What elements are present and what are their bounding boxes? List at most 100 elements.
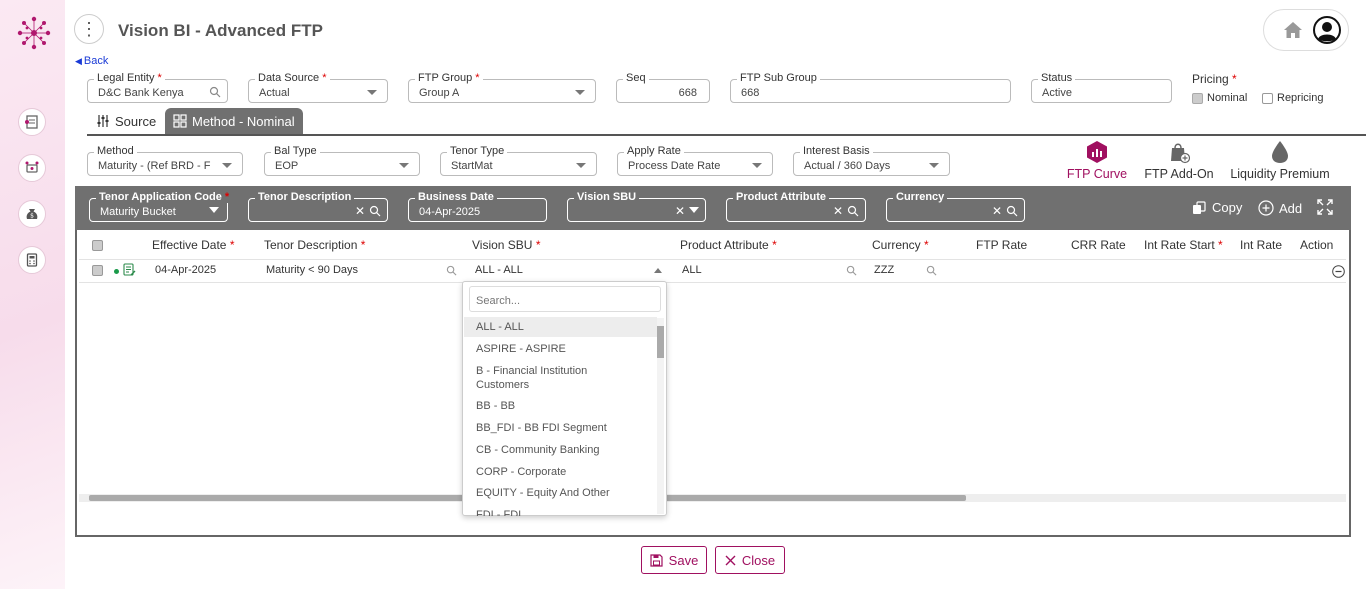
add-button[interactable]: Add [1258, 200, 1302, 216]
search-icon[interactable] [847, 205, 859, 217]
pricing-repricing-option[interactable]: Repricing [1262, 92, 1323, 104]
legal-entity-field[interactable]: Legal Entity * D&C Bank Kenya [87, 72, 228, 103]
column-header-tenor-description[interactable]: Tenor Description * [264, 238, 365, 252]
dropdown-item[interactable]: ALL - ALL [464, 320, 657, 334]
sidebar-config-icon[interactable] [18, 108, 46, 136]
cell-currency[interactable]: ZZZ [874, 264, 894, 276]
home-user-pill [1263, 9, 1349, 51]
dropdown-item[interactable]: BB - BB [464, 399, 657, 413]
save-icon [650, 553, 663, 567]
dropdown-item[interactable]: BB_FDI - BB FDI Segment [464, 421, 657, 435]
ftp-curve-button[interactable]: FTP Curve [1066, 140, 1128, 181]
ftp-add-on-button[interactable]: FTP Add-On [1142, 140, 1216, 181]
dropdown-item[interactable]: CB - Community Banking [464, 443, 657, 457]
data-source-select[interactable]: Data Source * Actual [248, 72, 388, 103]
checkbox-checked-icon[interactable] [1192, 92, 1203, 104]
sidebar-network-icon[interactable] [18, 154, 46, 182]
clear-icon[interactable]: ✕ [355, 204, 365, 218]
clear-icon[interactable]: ✕ [675, 204, 685, 218]
tenor-description-filter[interactable]: Tenor Description ✕ [248, 191, 388, 222]
tenor-type-select[interactable]: Tenor Type StartMat [440, 145, 597, 176]
sidebar-calculator-icon[interactable] [18, 246, 46, 274]
search-icon[interactable] [446, 265, 457, 276]
vision-sbu-filter[interactable]: Vision SBU ✕ [567, 191, 706, 222]
column-header-ftp-rate[interactable]: FTP Rate [976, 238, 1027, 252]
search-icon[interactable] [1006, 205, 1018, 217]
interest-basis-select[interactable]: Interest Basis Actual / 360 Days [793, 145, 950, 176]
back-link[interactable]: ◀ Back [75, 55, 108, 67]
note-edit-icon[interactable] [123, 263, 136, 277]
tab-source[interactable]: Source [88, 108, 164, 134]
pricing-nominal-option[interactable]: Nominal [1192, 92, 1247, 104]
tenor-application-code-select[interactable]: Tenor Application Code * Maturity Bucket [89, 191, 233, 222]
row-checkbox[interactable] [92, 265, 103, 276]
clear-icon[interactable]: ✕ [992, 204, 1002, 218]
search-icon[interactable] [369, 205, 381, 217]
chevron-up-icon[interactable] [654, 268, 662, 273]
currency-filter[interactable]: Currency ✕ [886, 191, 1025, 222]
search-icon[interactable] [209, 86, 221, 98]
dropdown-scrollbar[interactable] [657, 318, 664, 514]
apply-rate-select[interactable]: Apply Rate Process Date Rate [617, 145, 773, 176]
column-header-effective-date[interactable]: Effective Date * [152, 238, 235, 252]
search-icon[interactable] [926, 265, 937, 276]
home-icon[interactable] [1283, 21, 1303, 39]
business-date-field[interactable]: Business Date 04-Apr-2025 [408, 191, 547, 222]
dropdown-item[interactable]: CORP - Corporate [464, 465, 657, 479]
checkbox-icon[interactable] [1262, 92, 1273, 104]
ftp-sub-group-field[interactable]: FTP Sub Group 668 [730, 72, 1011, 103]
dropdown-item[interactable]: B - Financial Institution Customers [464, 364, 614, 392]
expand-icon[interactable] [1317, 199, 1333, 215]
column-header-int-rate-start[interactable]: Int Rate Start * [1144, 238, 1223, 252]
cell-product-attribute[interactable]: ALL [682, 264, 702, 276]
seq-field[interactable]: Seq 668 [616, 72, 710, 103]
chevron-down-icon [929, 163, 939, 168]
column-header-vision-sbu[interactable]: Vision SBU * [472, 238, 541, 252]
column-header-crr-rate[interactable]: CRR Rate [1071, 238, 1126, 252]
horizontal-scrollbar[interactable] [79, 494, 1346, 502]
save-button[interactable]: Save [641, 546, 707, 574]
ftp-group-select[interactable]: FTP Group * Group A [408, 72, 596, 103]
search-icon[interactable] [846, 265, 857, 276]
row-divider [79, 282, 1346, 283]
copy-button[interactable]: Copy [1192, 200, 1242, 215]
grid-icon [173, 114, 187, 128]
close-button[interactable]: Close [715, 546, 785, 574]
sidebar-money-bag-icon[interactable]: $ [18, 200, 46, 228]
column-header-currency[interactable]: Currency * [872, 238, 929, 252]
clear-icon[interactable]: ✕ [833, 204, 843, 218]
dropdown-item[interactable]: ASPIRE - ASPIRE [464, 342, 657, 356]
chevron-down-icon [399, 163, 409, 168]
cell-tenor-description[interactable]: Maturity < 90 Days [266, 264, 358, 276]
chevron-down-icon [222, 163, 232, 168]
method-select[interactable]: Method Maturity - (Ref BRD - F [87, 145, 243, 176]
status-field[interactable]: Status Active [1031, 72, 1172, 103]
product-attribute-filter[interactable]: Product Attribute ✕ [726, 191, 866, 222]
chart-hexagon-icon [1087, 141, 1107, 163]
column-header-product-attribute[interactable]: Product Attribute * [680, 238, 777, 252]
user-avatar-icon[interactable] [1313, 16, 1341, 44]
chevron-down-icon [752, 163, 762, 168]
more-menu-icon[interactable]: ⋮ [74, 14, 104, 44]
dropdown-search-input[interactable]: Search... [469, 286, 661, 312]
dropdown-scrollbar-thumb[interactable] [657, 326, 664, 358]
back-arrow-icon: ◀ [75, 55, 82, 66]
remove-row-icon[interactable] [1332, 265, 1345, 278]
tab-method-nominal[interactable]: Method - Nominal [165, 108, 303, 134]
tab-divider [87, 134, 1366, 136]
sidebar: $ [0, 0, 65, 589]
dropdown-item[interactable]: FDI - FDI [464, 508, 657, 516]
copy-icon [1193, 200, 1206, 214]
column-header-action[interactable]: Action [1300, 238, 1333, 252]
cell-effective-date[interactable]: 04-Apr-2025 [155, 264, 216, 276]
dropdown-item[interactable]: EQUITY - Equity And Other [464, 486, 657, 500]
chevron-down-icon[interactable] [689, 207, 699, 213]
chevron-down-icon [367, 90, 377, 95]
app-logo[interactable] [15, 14, 53, 52]
bal-type-select[interactable]: Bal Type EOP [264, 145, 420, 176]
vision-sbu-dropdown: Search... ALL - ALL ASPIRE - ASPIRE B - … [462, 281, 667, 516]
liquidity-premium-button[interactable]: Liquidity Premium [1228, 140, 1332, 181]
column-header-int-rate-end[interactable]: Int Rate E [1240, 238, 1286, 252]
select-all-checkbox[interactable] [92, 240, 103, 251]
cell-vision-sbu[interactable]: ALL - ALL [475, 264, 523, 276]
